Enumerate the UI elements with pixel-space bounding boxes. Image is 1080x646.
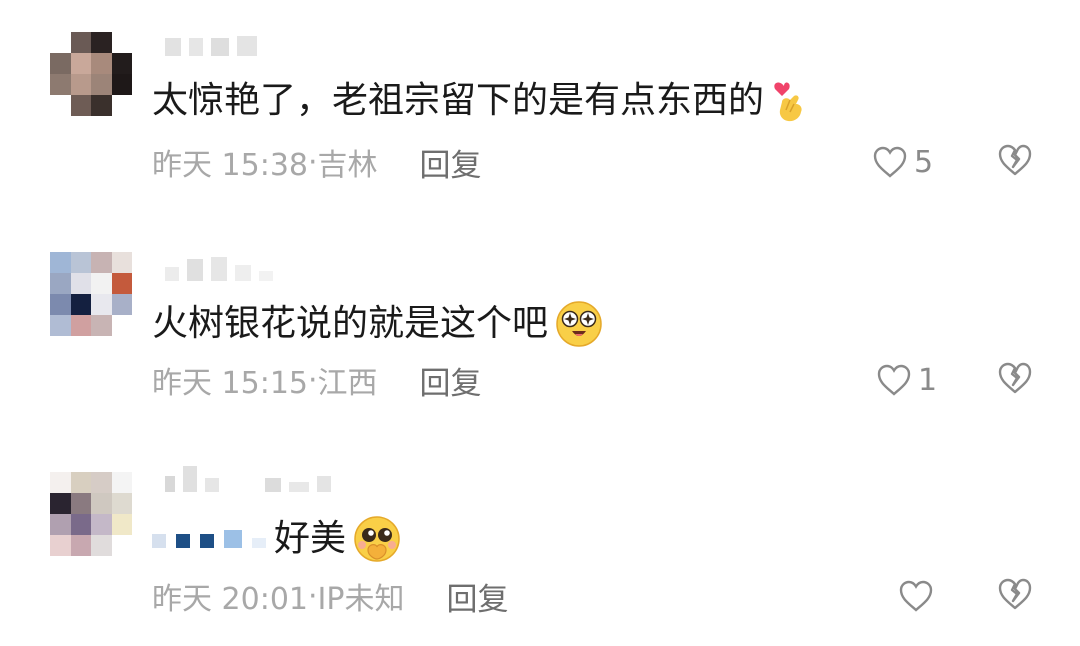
like-button[interactable] [898,576,940,616]
comment-item: 太惊艳了，老祖宗留下的是有点东西的 昨天 15:38 · 吉林 回复 5 [0,0,1080,215]
like-button[interactable]: 5 [872,142,933,182]
comment-meta: 昨天 15:38 · 吉林 回复 [152,140,482,185]
blurred-mention [152,530,266,548]
location: 江西 [317,366,378,401]
reply-button[interactable]: 回复 [447,574,509,619]
reply-button[interactable]: 回复 [420,140,482,185]
comment-text: 火树银花说的就是这个吧 [152,299,604,349]
location: IP未知 [317,582,405,617]
heart-icon [872,145,908,179]
like-button[interactable]: 1 [876,360,937,400]
broken-heart-icon [996,142,1036,178]
heart-icon [876,363,912,397]
like-count: 1 [918,362,938,398]
comment-meta: 昨天 15:15 · 江西 回复 [152,358,482,403]
broken-heart-icon [996,576,1036,612]
avatar[interactable] [50,252,132,336]
avatar[interactable] [50,32,132,116]
dislike-button[interactable] [996,360,1036,400]
pleading-face-icon [352,514,402,564]
timestamp: 昨天 15:38 [152,148,308,183]
comment-text: 太惊艳了，老祖宗留下的是有点东西的 [152,78,810,124]
reply-button[interactable]: 回复 [420,358,482,403]
username-blurred[interactable] [165,30,257,56]
comment-item: 好美 昨天 20:01 · IP未知 回复 [0,430,1080,646]
broken-heart-icon [996,360,1036,396]
heart-icon [898,579,934,613]
comment-item: 火树银花说的就是这个吧 昨天 15:15 · 江西 回复 1 [0,215,1080,430]
starry-eyes-icon [554,299,604,349]
timestamp: 昨天 20:01 [152,582,308,617]
avatar[interactable] [50,472,132,556]
like-count: 5 [914,144,934,180]
timestamp: 昨天 15:15 [152,366,308,401]
comment-meta: 昨天 20:01 · IP未知 回复 [152,574,509,619]
dislike-button[interactable] [996,576,1036,616]
username-blurred[interactable] [165,255,273,281]
comment-text: 好美 [152,514,402,564]
username-blurred[interactable] [165,466,331,492]
finger-heart-icon [770,78,810,124]
dislike-button[interactable] [996,142,1036,182]
location: 吉林 [317,148,378,183]
